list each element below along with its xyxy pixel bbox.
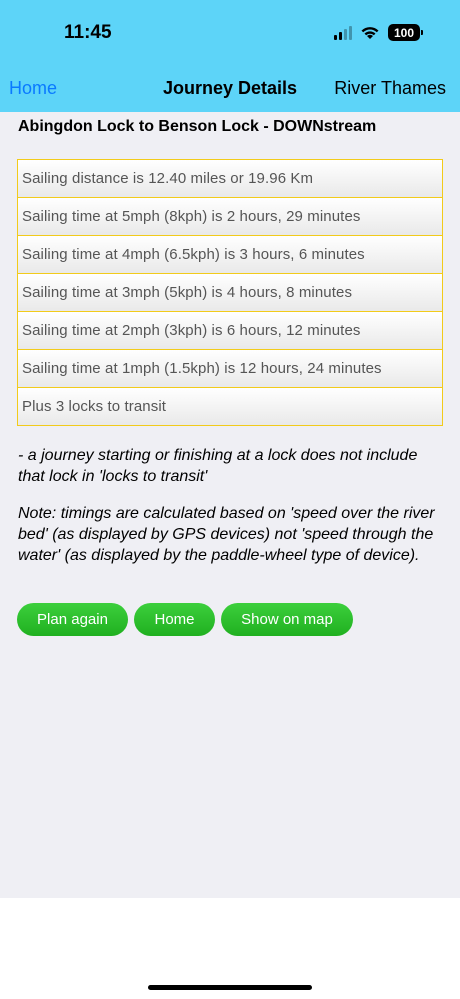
time-row-3mph: Sailing time at 3mph (5kph) is 4 hours, … [18, 273, 442, 311]
timing-note: Note: timings are calculated based on 's… [18, 505, 435, 564]
time-row-4mph: Sailing time at 4mph (6.5kph) is 3 hours… [18, 235, 442, 273]
locks-row: Plus 3 locks to transit [18, 387, 442, 425]
home-button[interactable]: Home [134, 603, 215, 636]
cellular-signal-icon [334, 25, 352, 40]
header: 11:45 100 Home Journey Details River Tha… [0, 0, 460, 112]
battery-icon: 100 [388, 24, 423, 41]
time-row-5mph: Sailing time at 5mph (8kph) is 2 hours, … [18, 197, 442, 235]
show-on-map-button[interactable]: Show on map [221, 603, 353, 636]
distance-row: Sailing distance is 12.40 miles or 19.96… [18, 160, 442, 197]
journey-table: Sailing distance is 12.40 miles or 19.96… [17, 159, 443, 426]
content-area: Abingdon Lock to Benson Lock - DOWNstrea… [0, 112, 460, 898]
status-icons: 100 [334, 24, 423, 41]
river-name: River Thames [334, 78, 446, 98]
time-row-2mph: Sailing time at 2mph (3kph) is 6 hours, … [18, 311, 442, 349]
action-buttons: Plan again Home Show on map [17, 603, 353, 636]
status-time: 11:45 [64, 22, 112, 43]
route-title: Abingdon Lock to Benson Lock - DOWNstrea… [18, 118, 377, 135]
lock-note: - a journey starting or finishing at a l… [18, 447, 418, 485]
home-indicator[interactable] [148, 985, 312, 990]
wifi-icon [361, 26, 379, 39]
time-row-1mph: Sailing time at 1mph (1.5kph) is 12 hour… [18, 349, 442, 387]
plan-again-button[interactable]: Plan again [17, 603, 128, 636]
